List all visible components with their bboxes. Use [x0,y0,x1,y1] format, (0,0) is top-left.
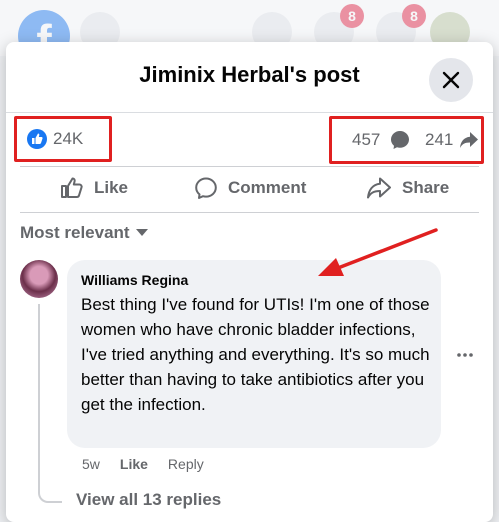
reaction-counts: 24K 457 241 [6,114,493,164]
comment-timestamp[interactable]: 5w [82,456,100,472]
like-count: 24K [53,129,84,148]
share-button-label: Share [402,178,450,197]
modal-title: Jiminix Herbal's post [139,62,360,87]
actions-divider-bottom [20,212,479,213]
like-count-highlight[interactable]: 24K [14,116,112,162]
comment-author[interactable]: Williams Regina [81,272,188,288]
like-button[interactable]: Like [60,168,128,208]
post-actions: Like Comment Share [20,168,479,208]
comment-icon [195,177,217,199]
view-replies-link[interactable]: View all 13 replies [76,490,221,510]
comment-reply-link[interactable]: Reply [168,456,204,472]
comment-bubble: Williams Regina Best thing I've found fo… [67,260,441,448]
share-count[interactable]: 241 [425,130,453,150]
comment-count[interactable]: 457 [352,130,380,150]
close-icon [442,71,460,89]
caret-down-icon [135,229,148,236]
like-button-label: Like [94,178,129,197]
sort-label: Most relevant [20,223,130,242]
close-button[interactable] [429,58,473,102]
more-options-icon[interactable] [456,346,474,364]
messenger-badge: 8 [340,4,364,28]
commenter-avatar[interactable] [20,260,58,298]
comment-bubble-icon [391,131,409,149]
share-icon [367,177,391,199]
post-modal: Jiminix Herbal's post 24K 457 241 Like C… [6,42,493,522]
actions-divider-top [20,166,479,167]
reply-thread-line [38,304,62,503]
thumbs-up-icon [61,177,83,198]
share-arrow-icon [460,132,478,148]
comment-button[interactable]: Comment [194,168,306,208]
comment-button-label: Comment [228,178,307,197]
comment-share-counts-highlight: 457 241 [329,116,484,164]
header-divider [6,112,493,113]
comment-text: Best thing I've found for UTIs! I'm one … [81,295,430,414]
comment-meta: 5w Like Reply [82,456,204,472]
notifications-badge: 8 [402,4,426,28]
share-button[interactable]: Share [366,168,449,208]
comment-like-link[interactable]: Like [120,456,148,472]
like-reaction-icon [27,129,47,149]
comment-sort-dropdown[interactable]: Most relevant [20,223,148,243]
